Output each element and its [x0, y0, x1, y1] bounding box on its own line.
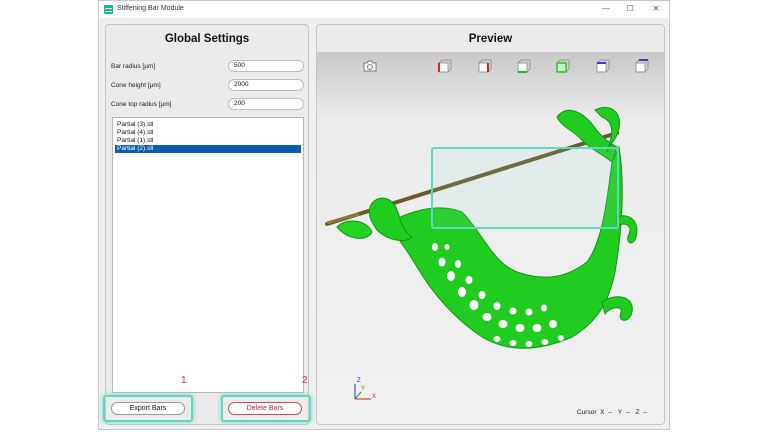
export-bars-button[interactable]: Export Bars — [111, 402, 185, 415]
list-item-selected[interactable]: Partial (2).stl — [115, 145, 301, 153]
stl-file-list[interactable]: Partial (3).stl Partial (4).stl Partial … — [112, 117, 304, 393]
app-window: Stiffening Bar Module — ☐ ✕ Global Setti… — [98, 0, 670, 430]
close-icon[interactable]: ✕ — [649, 3, 663, 15]
cursor-y-value: -- — [625, 409, 631, 416]
cone-height-label: Cone height [µm] — [111, 82, 161, 89]
global-settings-panel: Global Settings Bar radius [µm] 500 Cone… — [103, 24, 311, 425]
minimize-icon[interactable]: — — [599, 3, 613, 15]
bar-radius-field[interactable]: 500 — [228, 60, 304, 72]
list-item[interactable]: Partial (4).stl — [115, 129, 301, 137]
3d-viewport[interactable]: Z X Y Cursor X -- Y -- Z -- — [317, 52, 664, 424]
maximize-icon[interactable]: ☐ — [623, 3, 637, 15]
preview-title: Preview — [468, 33, 513, 45]
cone-height-field[interactable]: 2000 — [228, 79, 304, 91]
list-item[interactable]: Partial (1).stl — [115, 137, 301, 145]
annotation-marker-1: 1 — [181, 375, 187, 386]
axis-z-label: Z — [357, 378, 361, 384]
selection-highlight-box — [431, 147, 619, 229]
cursor-label: Cursor — [577, 409, 597, 416]
list-item[interactable]: Partial (3).stl — [115, 121, 301, 129]
delete-bars-button[interactable]: Delete Bars — [228, 402, 302, 415]
left-clasp-tip — [336, 220, 373, 239]
bar-radius-label: Bar radius [µm] — [111, 63, 156, 70]
cone-top-radius-field[interactable]: 200 — [228, 98, 304, 110]
cursor-z-label: Z — [635, 409, 640, 416]
cursor-y-label: Y — [617, 409, 623, 416]
right-lower-hook — [601, 296, 633, 321]
denture-model-render — [325, 106, 638, 400]
cursor-x-label: X — [600, 409, 605, 416]
preview-panel: Preview Z X Y Cursor X -- Y -- Z -- — [316, 24, 665, 425]
cursor-readout: Cursor X -- Y -- Z -- — [577, 409, 647, 416]
axis-y-label: Y — [361, 386, 366, 392]
axis-x-label: X — [372, 394, 377, 400]
title-bar: Stiffening Bar Module — ☐ ✕ — [99, 1, 669, 18]
cursor-z-value: -- — [643, 409, 648, 416]
app-logo-icon — [104, 5, 113, 14]
cursor-x-value: -- — [608, 409, 613, 416]
settings-title: Global Settings — [164, 33, 250, 45]
window-title: Stiffening Bar Module — [117, 5, 184, 12]
annotation-marker-2: 2 — [302, 375, 308, 386]
cone-top-radius-label: Cone top radius [µm] — [111, 101, 172, 108]
